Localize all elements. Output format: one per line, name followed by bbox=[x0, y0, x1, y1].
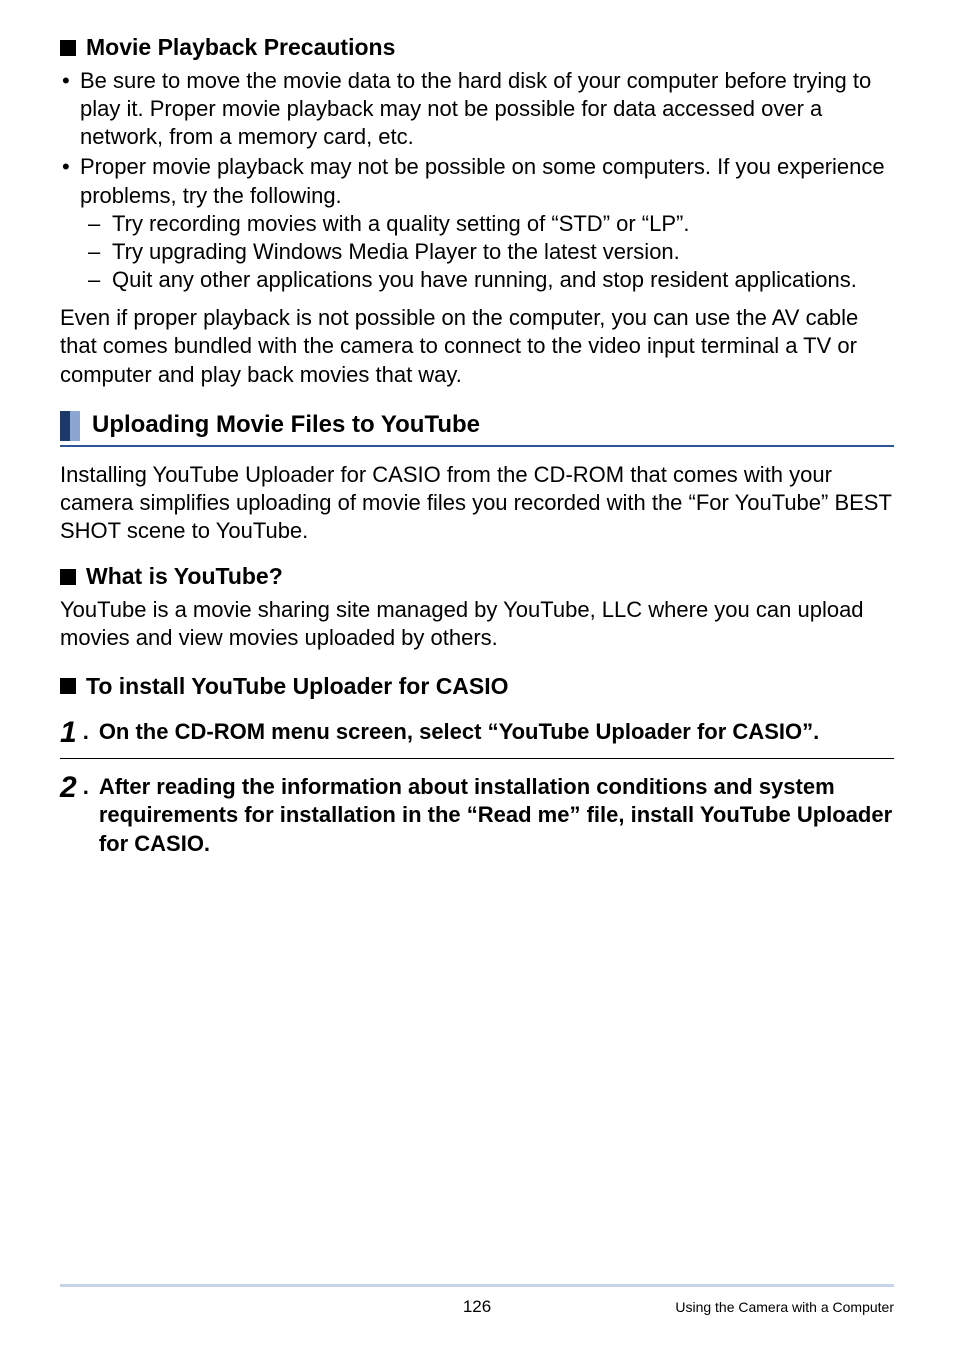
section-title: What is YouTube? bbox=[86, 563, 283, 590]
paragraph: YouTube is a movie sharing site managed … bbox=[60, 596, 894, 652]
step-dot-icon: . bbox=[83, 773, 89, 802]
step-text: On the CD-ROM menu screen, select “YouTu… bbox=[99, 718, 894, 747]
bullet-text: Be sure to move the movie data to the ha… bbox=[80, 67, 894, 151]
square-bullet-icon bbox=[60, 40, 76, 56]
step-item: 1 . On the CD-ROM menu screen, select “Y… bbox=[60, 718, 894, 748]
uploading-header: Uploading Movie Files to YouTube bbox=[60, 411, 894, 447]
paragraph: Even if proper playback is not possible … bbox=[60, 304, 894, 388]
dash-icon: – bbox=[88, 210, 112, 238]
bullet-dot-icon: • bbox=[60, 153, 80, 209]
step-dot-icon: . bbox=[83, 718, 89, 747]
bullet-item: • Proper movie playback may not be possi… bbox=[60, 153, 894, 209]
footer-page-number: 126 bbox=[463, 1297, 491, 1317]
section-install-head: To install YouTube Uploader for CASIO bbox=[60, 673, 894, 700]
footer-rule bbox=[60, 1284, 894, 1287]
footer-row: 126 Using the Camera with a Computer bbox=[60, 1297, 894, 1317]
bullet-item: • Be sure to move the movie data to the … bbox=[60, 67, 894, 151]
footer-chapter: Using the Camera with a Computer bbox=[675, 1299, 894, 1315]
section-what-is-youtube-head: What is YouTube? bbox=[60, 563, 894, 590]
header-bar-light-icon bbox=[70, 411, 80, 441]
step-divider bbox=[60, 758, 894, 759]
step-number: 2 bbox=[60, 773, 77, 803]
dash-item: – Quit any other applications you have r… bbox=[88, 266, 894, 294]
page-footer: 126 Using the Camera with a Computer bbox=[60, 1284, 894, 1317]
dash-text: Try upgrading Windows Media Player to th… bbox=[112, 238, 894, 266]
step-number: 1 bbox=[60, 718, 77, 748]
section-title: To install YouTube Uploader for CASIO bbox=[86, 673, 509, 700]
uploading-title: Uploading Movie Files to YouTube bbox=[92, 411, 480, 441]
bullet-dot-icon: • bbox=[60, 67, 80, 151]
bullet-text: Proper movie playback may not be possibl… bbox=[80, 153, 894, 209]
square-bullet-icon bbox=[60, 569, 76, 585]
square-bullet-icon bbox=[60, 678, 76, 694]
dash-text: Quit any other applications you have run… bbox=[112, 266, 894, 294]
section-movie-precautions-head: Movie Playback Precautions bbox=[60, 34, 894, 61]
dash-text: Try recording movies with a quality sett… bbox=[112, 210, 894, 238]
paragraph: Installing YouTube Uploader for CASIO fr… bbox=[60, 461, 894, 545]
dash-item: – Try recording movies with a quality se… bbox=[88, 210, 894, 238]
dash-icon: – bbox=[88, 266, 112, 294]
step-item: 2 . After reading the information about … bbox=[60, 773, 894, 859]
page-root: Movie Playback Precautions • Be sure to … bbox=[0, 0, 954, 1357]
dash-item: – Try upgrading Windows Media Player to … bbox=[88, 238, 894, 266]
section-title: Movie Playback Precautions bbox=[86, 34, 395, 61]
header-bar-dark-icon bbox=[60, 411, 70, 441]
dash-icon: – bbox=[88, 238, 112, 266]
step-text: After reading the information about inst… bbox=[99, 773, 894, 859]
